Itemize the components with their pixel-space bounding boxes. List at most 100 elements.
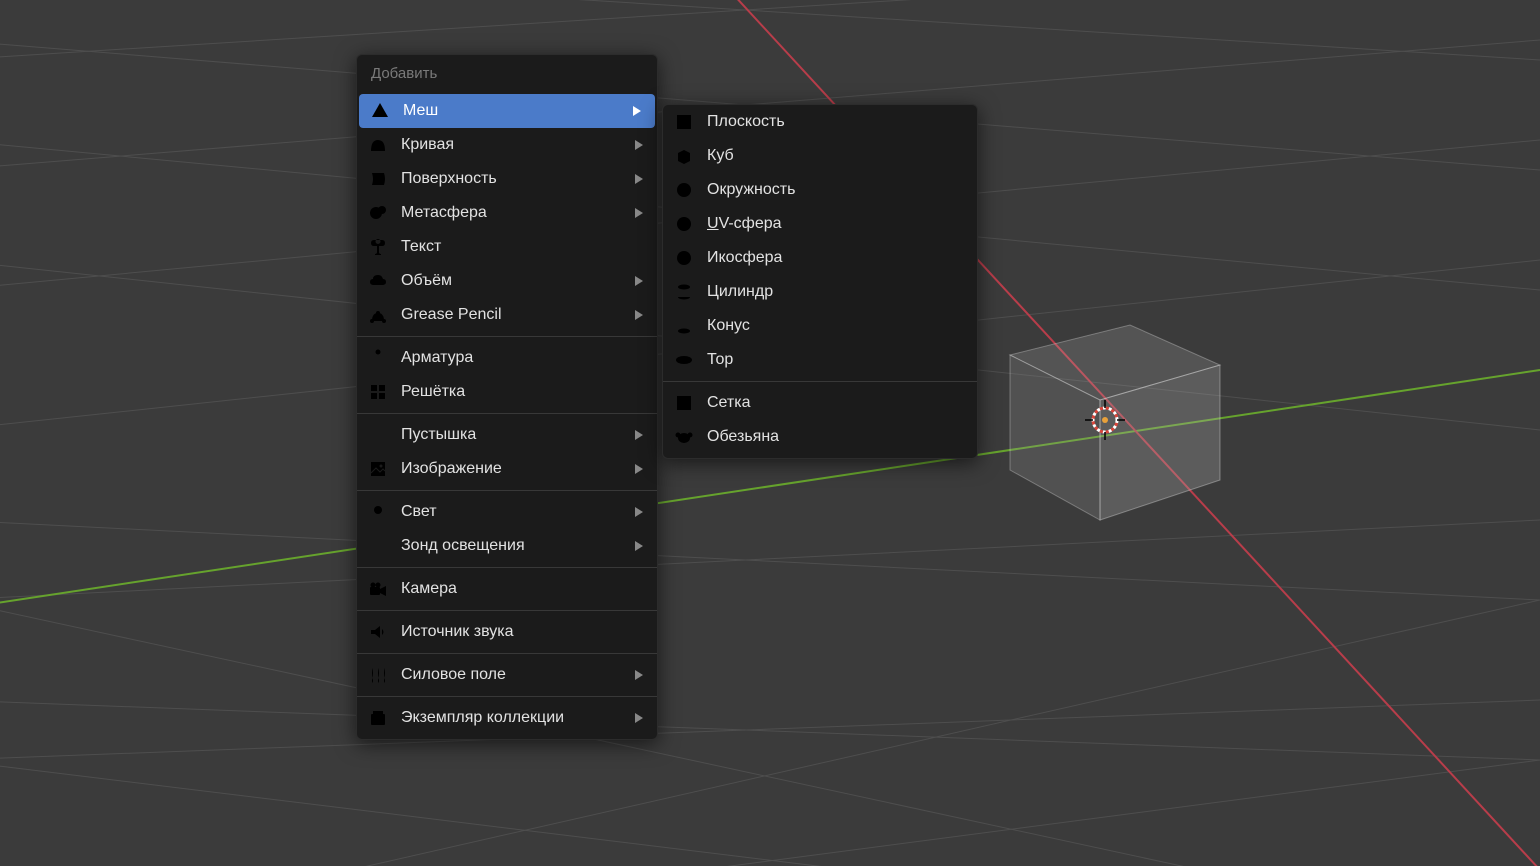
menu-item-label: Экземпляр коллекции (401, 709, 635, 727)
circle-icon (673, 179, 695, 201)
menu-item-circle[interactable]: Окружность (663, 173, 977, 207)
menu-item-volume[interactable]: Объём (357, 264, 657, 298)
menu-item-cylinder[interactable]: Цилиндр (663, 275, 977, 309)
submenu-arrow-icon (635, 205, 647, 222)
menu-item-plane[interactable]: Плоскость (663, 105, 977, 139)
mesh-submenu: Плоскость Куб Окружность UV-сфера Икосфера Ци… (662, 104, 978, 459)
empty-icon (367, 424, 389, 446)
grid-icon (673, 392, 695, 414)
menu-item-label: Силовое поле (401, 666, 635, 684)
menu-item-label: Куб (707, 147, 967, 165)
menu-item-torus[interactable]: Тор (663, 343, 977, 377)
light-icon (367, 501, 389, 523)
menu-item-label: Grease Pencil (401, 306, 635, 324)
menu-item-label: Текст (401, 238, 647, 256)
submenu-arrow-icon (635, 504, 647, 521)
torus-icon (673, 349, 695, 371)
menu-item-surface[interactable]: Поверхность (357, 162, 657, 196)
menu-item-label: Решётка (401, 383, 647, 401)
menu-item-label: Сетка (707, 394, 967, 412)
menu-item-monkey[interactable]: Обезьяна (663, 420, 977, 454)
menu-item-light[interactable]: Свет (357, 495, 657, 529)
uvsphere-icon (673, 213, 695, 235)
menu-item-empty[interactable]: Пустышка (357, 418, 657, 452)
submenu-arrow-icon (635, 667, 647, 684)
gpencil-icon (367, 304, 389, 326)
collection-icon (367, 707, 389, 729)
add-menu-title: Добавить (357, 55, 657, 94)
menu-item-label: Источник звука (401, 623, 647, 641)
metaball-icon (367, 202, 389, 224)
menu-item-label: Кривая (401, 136, 635, 154)
submenu-arrow-icon (635, 710, 647, 727)
submenu-arrow-icon (635, 461, 647, 478)
menu-item-lightprobe[interactable]: Зонд освещения (357, 529, 657, 563)
menu-item-lattice[interactable]: Решётка (357, 375, 657, 409)
submenu-arrow-icon (635, 171, 647, 188)
armature-icon (367, 347, 389, 369)
menu-item-label: Поверхность (401, 170, 635, 188)
menu-item-forcefield[interactable]: Силовое поле (357, 658, 657, 692)
menu-item-gpencil[interactable]: Grease Pencil (357, 298, 657, 332)
submenu-arrow-icon (635, 427, 647, 444)
menu-separator (357, 413, 657, 414)
menu-separator (357, 336, 657, 337)
menu-item-text[interactable]: Текст (357, 230, 657, 264)
submenu-arrow-icon (635, 273, 647, 290)
menu-item-image[interactable]: Изображение (357, 452, 657, 486)
menu-item-armature[interactable]: Арматура (357, 341, 657, 375)
menu-item-label: Изображение (401, 460, 635, 478)
menu-item-metaball[interactable]: Метасфера (357, 196, 657, 230)
menu-separator (357, 696, 657, 697)
cube-icon (673, 145, 695, 167)
menu-item-label: Плоскость (707, 113, 967, 131)
text-icon (367, 236, 389, 258)
menu-item-label: Зонд освещения (401, 537, 635, 555)
menu-item-uvsphere[interactable]: UV-сфера (663, 207, 977, 241)
image-icon (367, 458, 389, 480)
submenu-arrow-icon (635, 307, 647, 324)
camera-icon (367, 578, 389, 600)
menu-separator (357, 490, 657, 491)
menu-item-cone[interactable]: Конус (663, 309, 977, 343)
menu-item-icosphere[interactable]: Икосфера (663, 241, 977, 275)
menu-separator (357, 567, 657, 568)
forcefield-icon (367, 664, 389, 686)
menu-separator (357, 653, 657, 654)
menu-item-label: Свет (401, 503, 635, 521)
add-menu: Добавить Меш Кривая Поверхность Метасфера Те… (356, 54, 658, 740)
cone-icon (673, 315, 695, 337)
menu-item-grid[interactable]: Сетка (663, 386, 977, 420)
lightprobe-icon (367, 535, 389, 557)
menu-item-label: Объём (401, 272, 635, 290)
menu-item-camera[interactable]: Камера (357, 572, 657, 606)
submenu-arrow-icon (635, 137, 647, 154)
menu-item-label: Арматура (401, 349, 647, 367)
menu-item-label: Метасфера (401, 204, 635, 222)
menu-item-label: Икосфера (707, 249, 967, 267)
menu-item-mesh[interactable]: Меш (359, 94, 655, 128)
menu-item-cube[interactable]: Куб (663, 139, 977, 173)
lattice-icon (367, 381, 389, 403)
curve-icon (367, 134, 389, 156)
speaker-icon (367, 621, 389, 643)
mesh-icon (369, 100, 391, 122)
menu-item-label: Обезьяна (707, 428, 967, 446)
surface-icon (367, 168, 389, 190)
cursor-3d-icon (1085, 400, 1125, 440)
menu-item-label: Тор (707, 351, 967, 369)
cylinder-icon (673, 281, 695, 303)
menu-item-label: Окружность (707, 181, 967, 199)
menu-item-label: Конус (707, 317, 967, 335)
menu-item-speaker[interactable]: Источник звука (357, 615, 657, 649)
menu-separator (663, 381, 977, 382)
menu-item-curve[interactable]: Кривая (357, 128, 657, 162)
menu-item-label: Цилиндр (707, 283, 967, 301)
menu-item-collection[interactable]: Экземпляр коллекции (357, 701, 657, 735)
menu-item-label: UV-сфера (707, 215, 967, 233)
icosphere-icon (673, 247, 695, 269)
monkey-icon (673, 426, 695, 448)
menu-item-label: Камера (401, 580, 647, 598)
volume-icon (367, 270, 389, 292)
submenu-arrow-icon (633, 103, 645, 120)
